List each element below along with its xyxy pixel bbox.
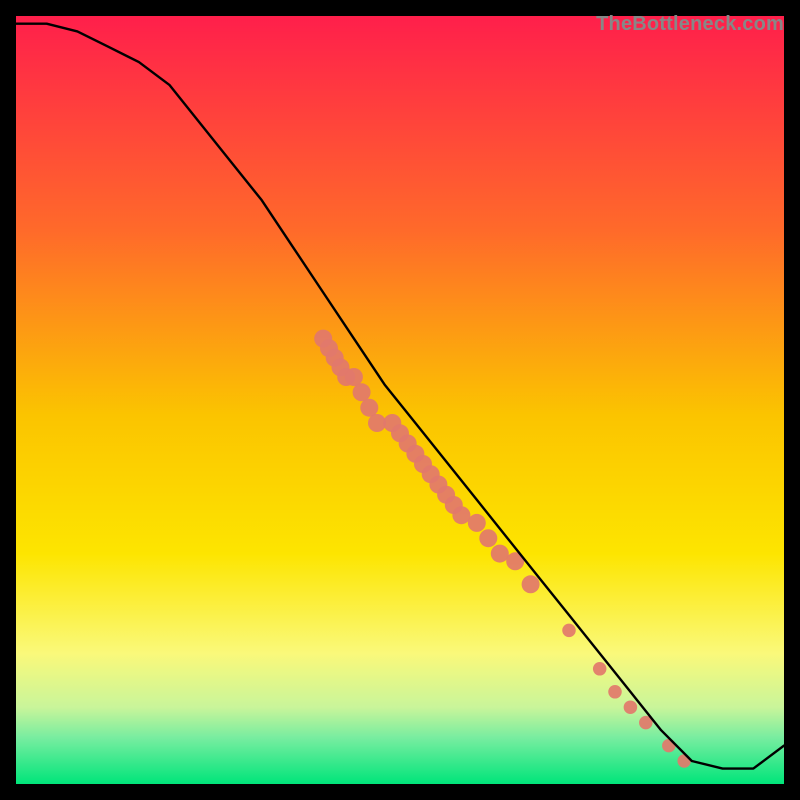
marker-dot	[360, 399, 378, 417]
marker-dot	[593, 662, 607, 676]
marker-dot	[662, 739, 676, 753]
marker-dot	[452, 506, 470, 524]
marker-dot	[345, 368, 363, 386]
marker-dot	[608, 685, 622, 699]
marker-dot	[479, 529, 497, 547]
marker-dot	[491, 545, 509, 563]
marker-dot	[522, 575, 540, 593]
chart-frame: TheBottleneck.com	[16, 16, 784, 784]
marker-dot	[562, 624, 576, 638]
watermark-label: TheBottleneck.com	[596, 13, 784, 36]
marker-dot	[677, 754, 691, 768]
marker-dot	[468, 514, 486, 532]
chart-background	[16, 16, 784, 784]
marker-dot	[624, 700, 638, 714]
marker-dot	[353, 383, 371, 401]
bottleneck-chart	[16, 16, 784, 784]
